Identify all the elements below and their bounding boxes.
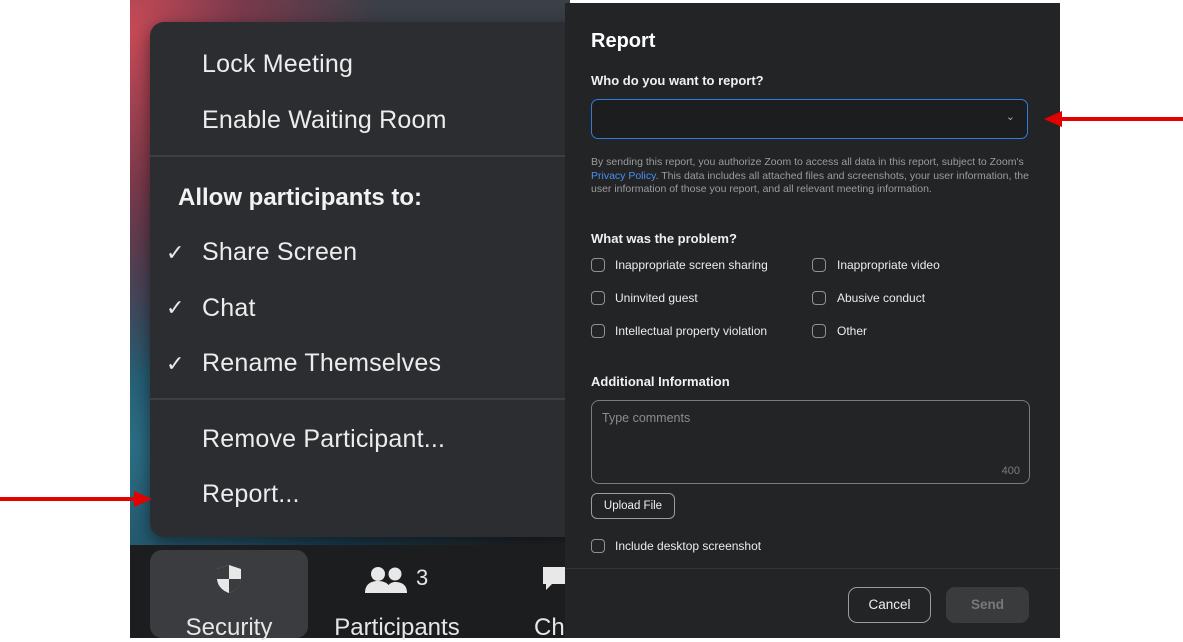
report-dialog: Report Who do you want to report? ⌄ By s…	[565, 3, 1060, 638]
meeting-toolbar: Security 3 Participants Ch	[130, 545, 570, 641]
chat-button[interactable]: Ch	[530, 550, 570, 641]
security-menu: Lock Meeting Enable Waiting Room Allow p…	[150, 22, 580, 537]
problem-label-abusive-conduct: Abusive conduct	[837, 291, 926, 305]
participants-button[interactable]: 3 Participants	[322, 550, 472, 641]
problem-label-intellectual-property: Intellectual property violation	[615, 324, 768, 338]
cancel-button[interactable]: Cancel	[848, 587, 931, 623]
participants-count: 3	[416, 565, 429, 590]
check-icon: ✓	[166, 295, 185, 320]
problem-label-other: Other	[837, 324, 868, 338]
additional-info-label: Additional Information	[591, 374, 730, 389]
menu-divider	[150, 155, 580, 157]
char-limit-counter: 400	[1001, 465, 1020, 477]
menu-item-rename-themselves[interactable]: Rename Themselves	[202, 349, 441, 378]
problem-label-uninvited-guest: Uninvited guest	[615, 291, 698, 305]
arrow-pointer-icon	[1044, 111, 1183, 127]
menu-item-chat[interactable]: Chat	[202, 294, 256, 323]
dialog-title: Report	[591, 30, 656, 52]
comments-textarea[interactable]: Type comments 400	[591, 400, 1030, 484]
footer-divider	[565, 568, 1060, 569]
chevron-down-icon: ⌄	[1005, 111, 1015, 123]
menu-divider	[150, 398, 580, 400]
comments-placeholder: Type comments	[602, 411, 691, 425]
problem-checkbox-other[interactable]	[812, 324, 826, 338]
legal-text-1: By sending this report, you authorize Zo…	[591, 156, 1024, 168]
participants-icon	[365, 567, 407, 593]
menu-item-lock-meeting[interactable]: Lock Meeting	[202, 50, 353, 79]
problem-checkbox-abusive-conduct[interactable]	[812, 291, 826, 305]
problem-checkbox-intellectual-property[interactable]	[591, 324, 605, 338]
arrow-pointer-icon	[0, 491, 152, 507]
allow-participants-heading: Allow participants to:	[178, 184, 423, 211]
who-label: Who do you want to report?	[591, 73, 764, 88]
check-icon: ✓	[166, 351, 185, 376]
problem-checkbox-uninvited-guest[interactable]	[591, 291, 605, 305]
security-button[interactable]: Security	[150, 550, 308, 641]
legal-disclaimer: By sending this report, you authorize Zo…	[591, 156, 1031, 197]
send-button[interactable]: Send	[946, 587, 1029, 623]
include-screenshot-label: Include desktop screenshot	[615, 539, 762, 553]
problem-checkbox-inappropriate-screen-sharing[interactable]	[591, 258, 605, 272]
include-screenshot-checkbox[interactable]	[591, 539, 605, 553]
menu-item-remove-participant[interactable]: Remove Participant...	[202, 425, 445, 454]
legal-text-2: . This data includes all attached files …	[591, 169, 1029, 196]
problem-checkbox-inappropriate-video[interactable]	[812, 258, 826, 272]
upload-file-button[interactable]: Upload File	[591, 493, 675, 519]
check-icon: ✓	[166, 240, 185, 265]
problem-label: What was the problem?	[591, 231, 737, 246]
menu-item-report[interactable]: Report...	[202, 480, 300, 509]
privacy-policy-link[interactable]: Privacy Policy	[591, 170, 656, 182]
menu-item-enable-waiting-room[interactable]: Enable Waiting Room	[202, 106, 447, 135]
problem-label-inappropriate-video: Inappropriate video	[837, 258, 940, 272]
who-to-report-select[interactable]: ⌄	[591, 99, 1028, 139]
problem-label-inappropriate-screen-sharing: Inappropriate screen sharing	[615, 258, 768, 272]
menu-item-share-screen[interactable]: Share Screen	[202, 238, 357, 267]
shield-icon	[217, 565, 241, 593]
